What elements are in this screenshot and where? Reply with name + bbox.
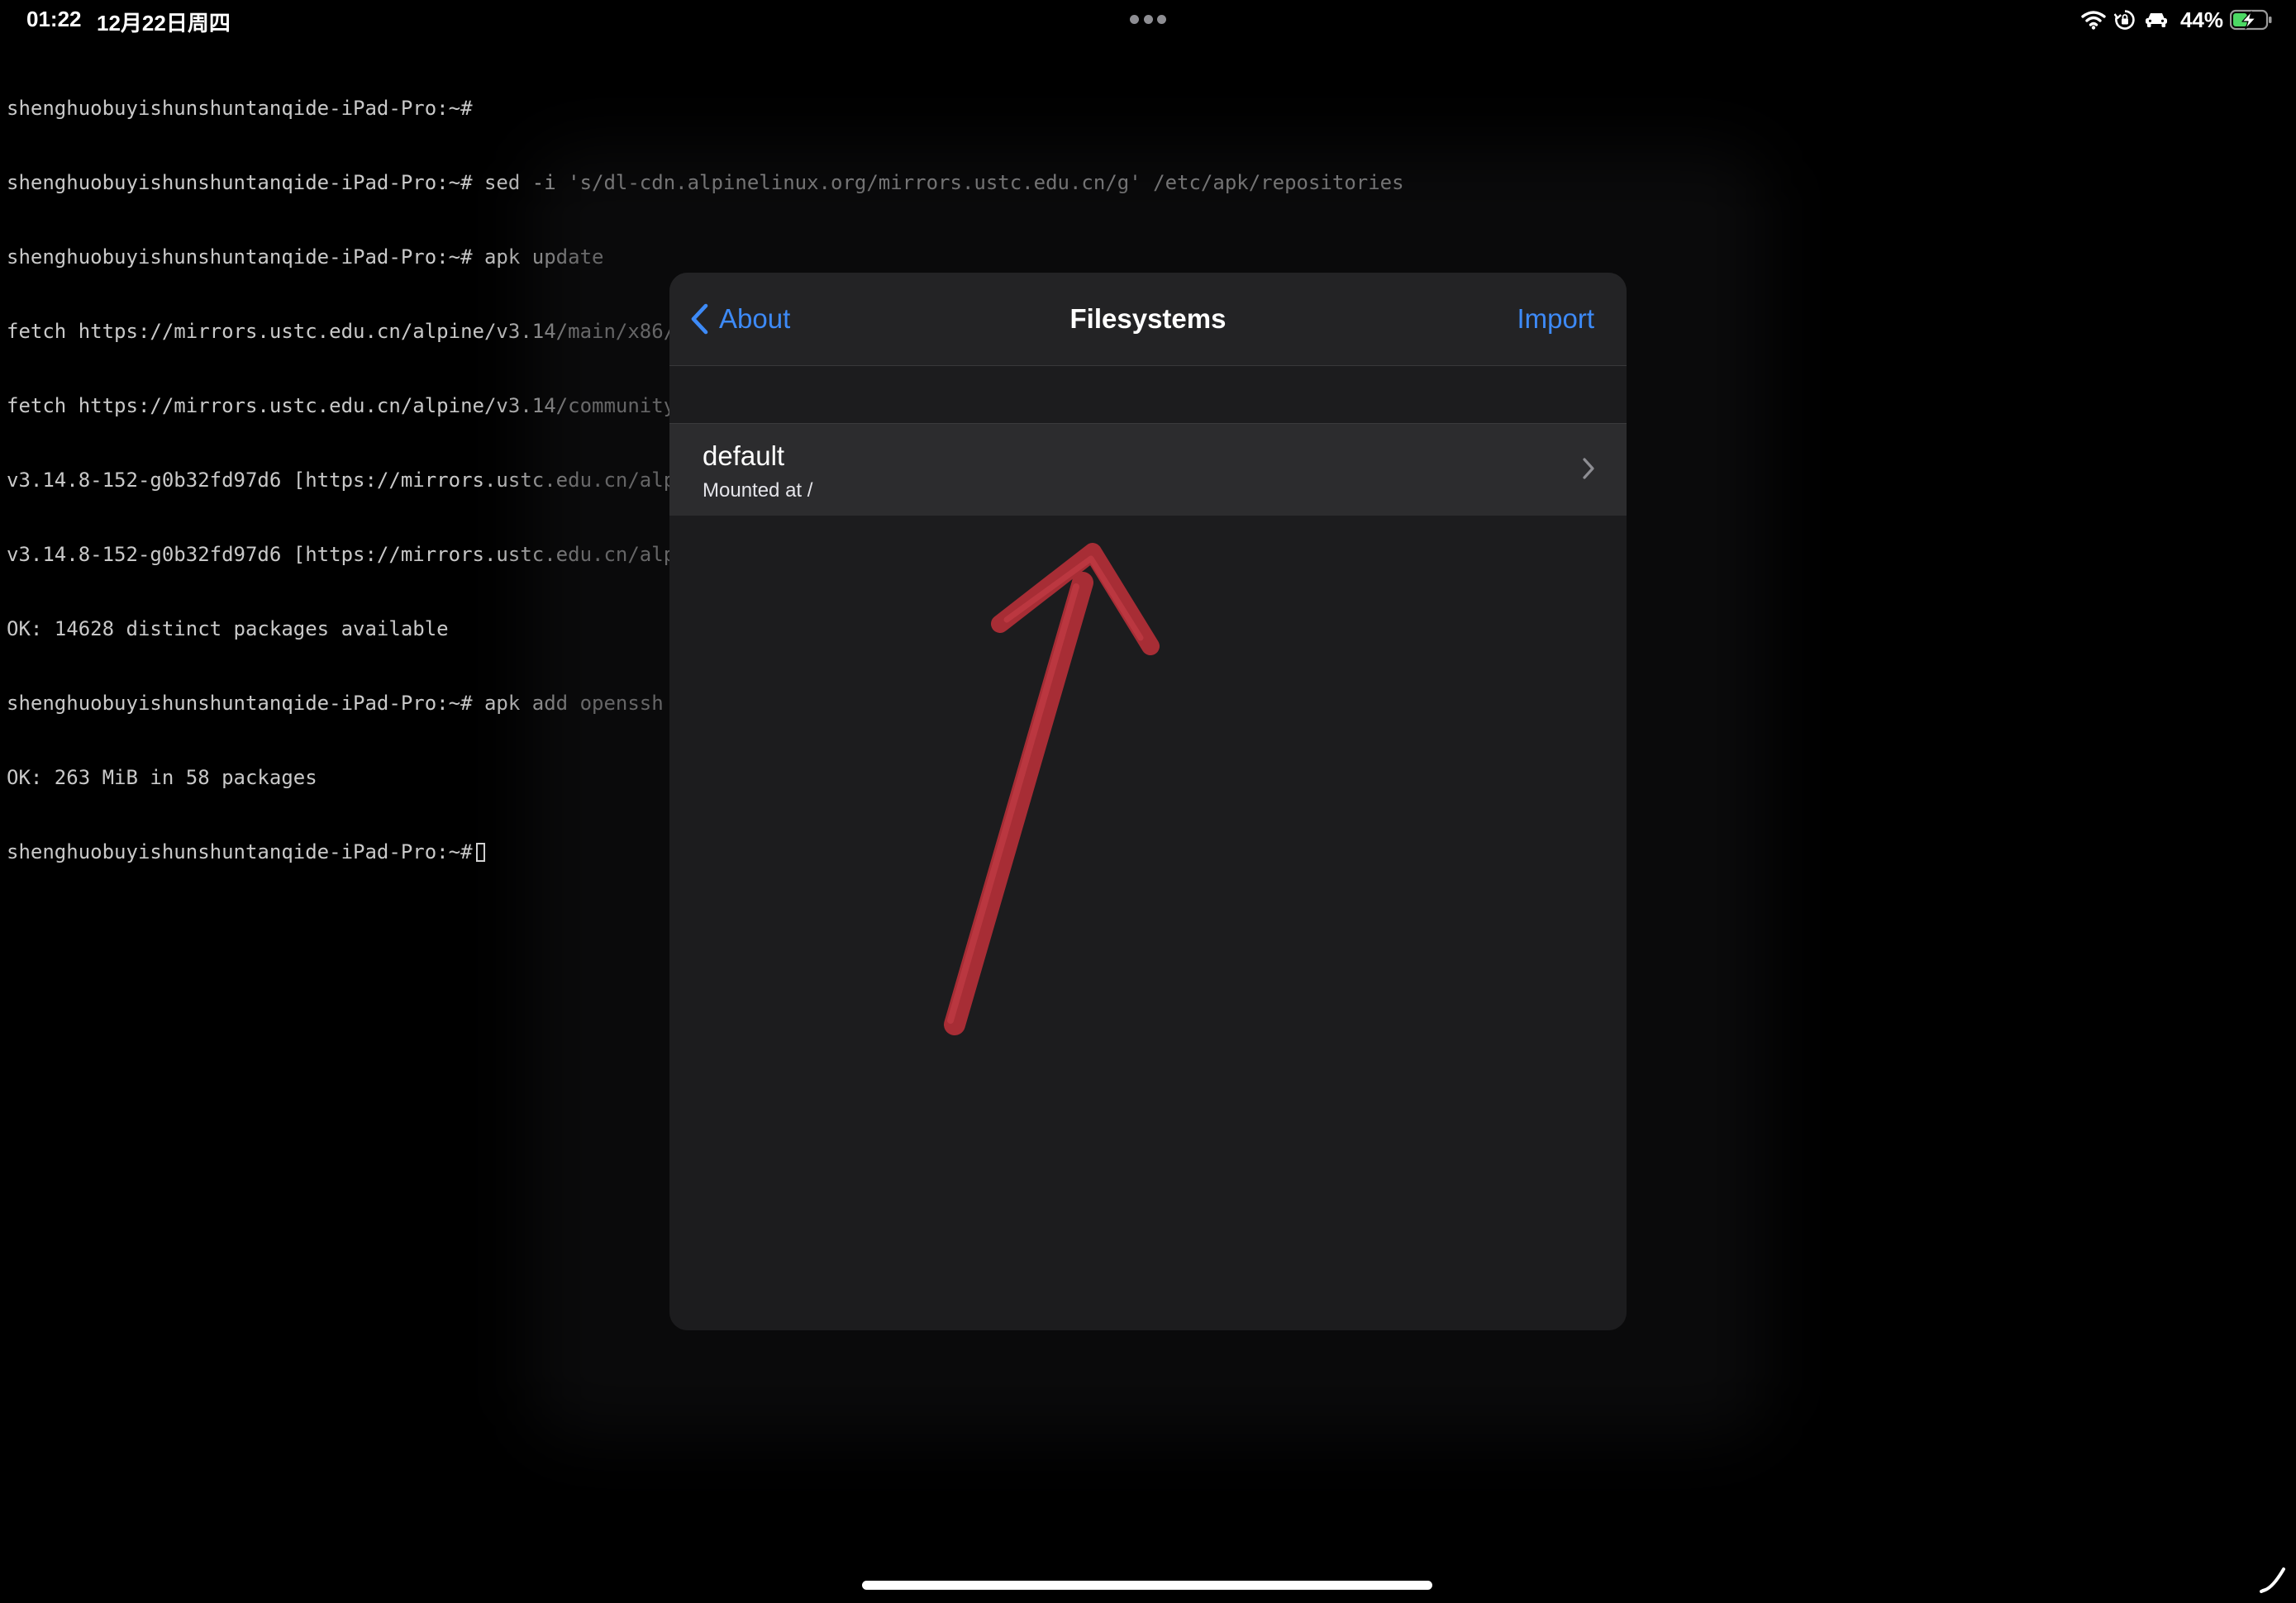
back-button[interactable]: About — [689, 273, 790, 365]
ipad-screen: 01:22 12月22日周四 44% shenghuobuyishunshunt… — [0, 0, 2296, 1603]
status-time: 01:22 — [26, 7, 82, 31]
back-button-label: About — [719, 303, 791, 334]
terminal-prompt: shenghuobuyishunshuntanqide-iPad-Pro:~# — [7, 840, 473, 863]
sheet-title: Filesystems — [1069, 303, 1227, 334]
chevron-right-icon — [1583, 458, 1594, 479]
terminal-line: shenghuobuyishunshuntanqide-iPad-Pro:~# — [7, 97, 473, 120]
filesystem-row-default[interactable]: default Mounted at / — [669, 423, 1627, 516]
status-indicators: 44% — [2073, 5, 2273, 35]
annotation-arrow-icon — [944, 543, 1160, 1035]
section-header-spacer — [669, 366, 1627, 423]
pencil-icon[interactable] — [2259, 1566, 2287, 1594]
chevron-left-icon — [691, 303, 708, 335]
status-bar: 01:22 12月22日周四 44% — [0, 0, 2296, 40]
import-button[interactable]: Import — [1517, 273, 1594, 365]
battery-charging-icon — [2230, 9, 2272, 31]
screen-lock-rotation-icon — [2113, 10, 2135, 30]
status-date: 12月22日周四 — [97, 11, 231, 36]
home-indicator[interactable] — [862, 1581, 1432, 1590]
wifi-icon — [2081, 11, 2106, 30]
battery-percentage: 44% — [2179, 7, 2223, 32]
navigation-bar: About Filesystems Import — [669, 273, 1627, 366]
car-icon — [2145, 13, 2167, 27]
filesystem-mount-point: Mounted at / — [703, 479, 813, 502]
filesystem-name: default — [703, 440, 785, 471]
multitasking-dots-icon[interactable] — [1130, 15, 1166, 25]
terminal-cursor — [475, 843, 485, 862]
